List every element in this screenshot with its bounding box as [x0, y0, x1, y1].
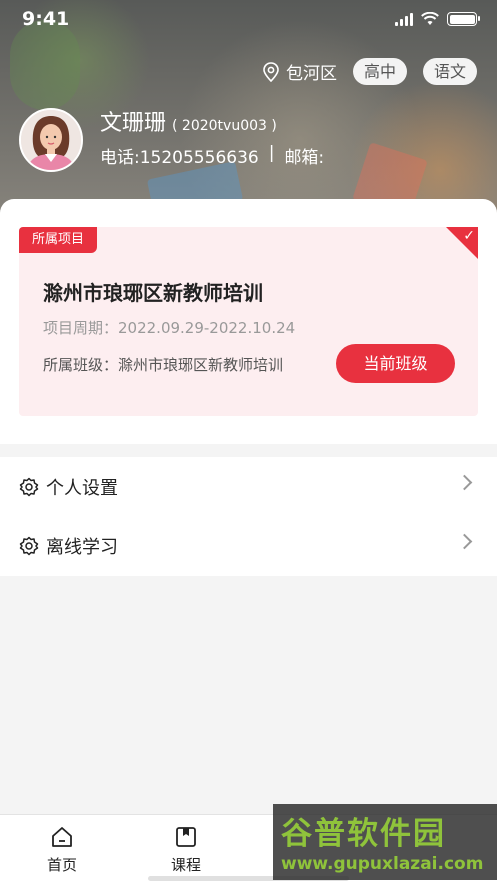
status-bar: 9:41	[0, 0, 497, 40]
phone-text: 电话:15205556636	[100, 148, 259, 168]
project-class: 所属班级：滁州市琅琊区新教师培训	[43, 356, 284, 374]
wifi-icon	[421, 12, 439, 25]
cellular-signal-icon	[395, 12, 413, 26]
tab-label: 首页	[46, 856, 77, 874]
settings-menu: 个人设置 离线学习	[0, 457, 497, 576]
project-card[interactable]: 所属项目 ✓ 滁州市琅琊区新教师培训 项目周期：2022.09.29-2022.…	[19, 227, 478, 416]
location-label: 包河区	[285, 64, 337, 84]
gear-icon	[19, 536, 39, 555]
avatar[interactable]	[19, 108, 83, 172]
tab-course[interactable]: 课程	[146, 825, 226, 875]
user-name: 文珊珊	[100, 111, 167, 136]
project-tag: 所属项目	[19, 227, 98, 253]
project-title: 滁州市琅琊区新教师培训	[43, 281, 263, 305]
home-icon	[52, 827, 72, 847]
check-icon: ✓	[463, 228, 475, 244]
tab-home[interactable]: 首页	[22, 825, 102, 875]
contact-row: 电话:15205556636 | 邮箱:	[100, 143, 324, 168]
menu-item-label: 个人设置	[46, 477, 118, 499]
location-selector[interactable]: 包河区	[262, 59, 337, 84]
menu-item-offline-learning[interactable]: 离线学习	[0, 516, 497, 575]
user-id: ( 2020tvu003 )	[172, 118, 277, 134]
user-avatar-icon	[21, 110, 81, 170]
gear-icon	[19, 477, 39, 496]
subject-tag[interactable]: 语文	[422, 58, 477, 85]
book-icon	[176, 827, 196, 847]
current-class-button[interactable]: 当前班级	[336, 344, 455, 383]
watermark-title: 谷普软件园	[281, 816, 446, 852]
chevron-right-icon	[456, 533, 473, 550]
status-icons	[395, 12, 480, 26]
watermark: 谷普软件园 www.gupuxlazai.com	[273, 804, 497, 880]
project-period: 项目周期：2022.09.29-2022.10.24	[43, 319, 296, 337]
battery-icon	[447, 12, 480, 26]
email-text: 邮箱:	[284, 148, 325, 168]
user-name-row: 文珊珊 ( 2020tvu003 )	[100, 105, 277, 137]
tab-label: 课程	[170, 856, 201, 874]
location-pin-icon	[263, 61, 279, 82]
grade-tag[interactable]: 高中	[352, 58, 407, 85]
menu-item-label: 离线学习	[46, 536, 118, 558]
location-tags-row: 包河区 高中 语文	[262, 58, 477, 85]
watermark-url: www.gupuxlazai.com	[281, 854, 484, 874]
menu-item-personal-settings[interactable]: 个人设置	[0, 457, 497, 516]
contact-separator: |	[268, 143, 275, 163]
status-time: 9:41	[22, 8, 70, 30]
chevron-right-icon	[456, 474, 473, 491]
